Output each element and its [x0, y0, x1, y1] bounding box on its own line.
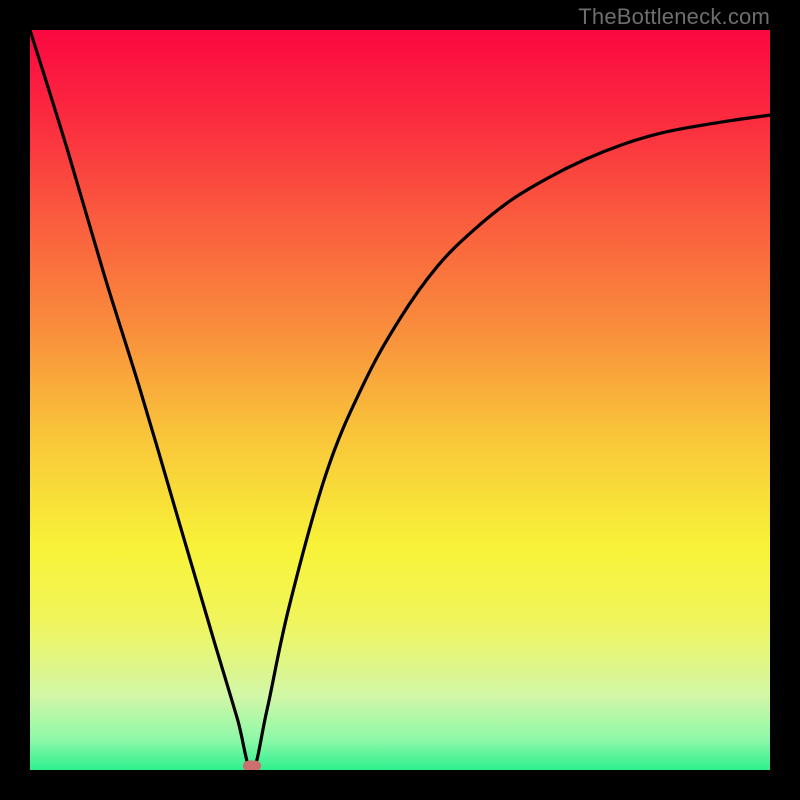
- bottleneck-curve: [30, 30, 770, 770]
- chart-frame: TheBottleneck.com: [0, 0, 800, 800]
- attribution-label: TheBottleneck.com: [578, 4, 770, 30]
- plot-area: [30, 30, 770, 770]
- minimum-marker: [243, 761, 261, 771]
